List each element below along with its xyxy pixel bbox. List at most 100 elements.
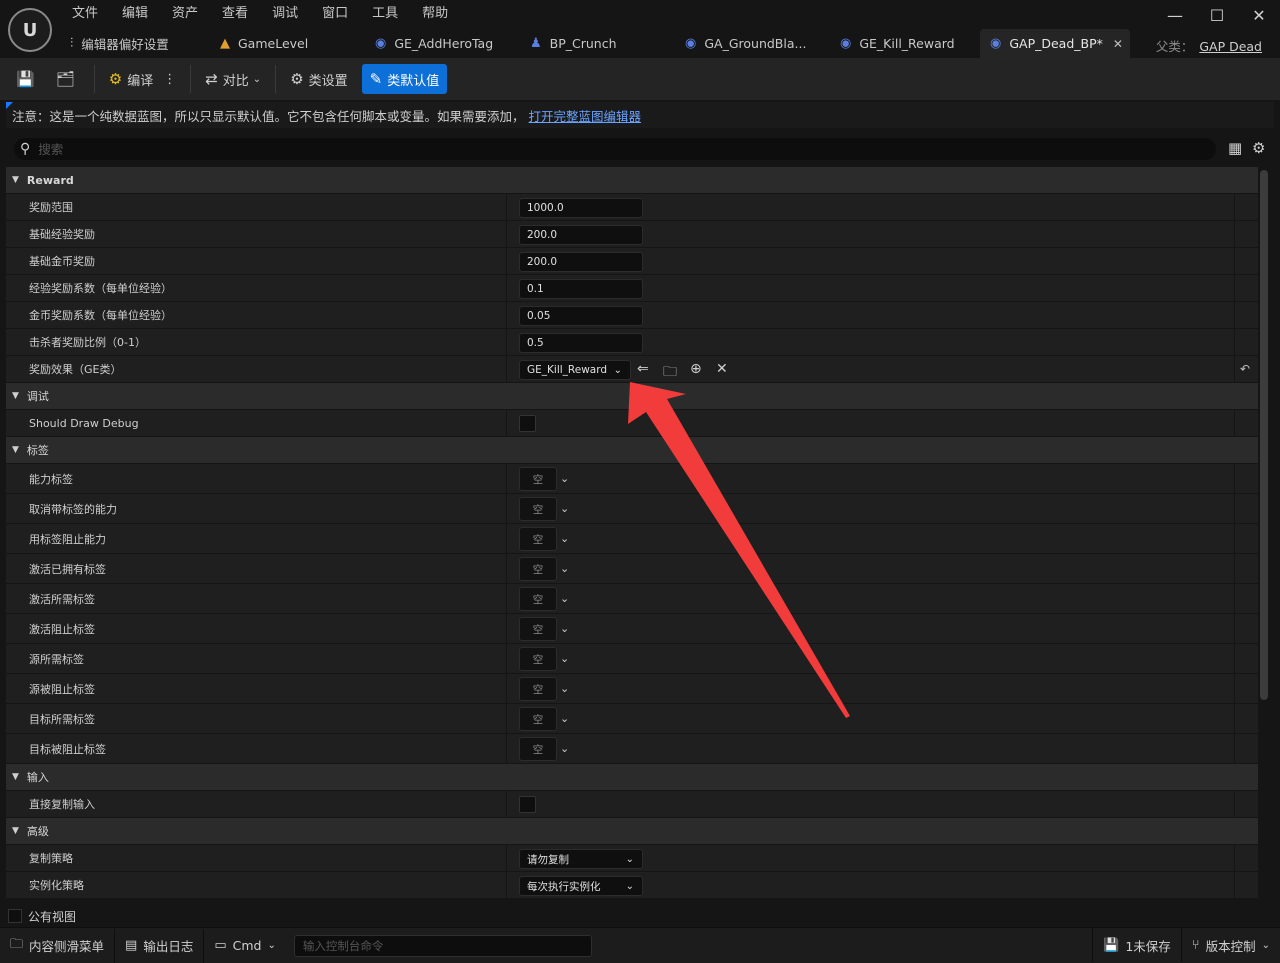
parent-class-link[interactable]: GAP Dead <box>1199 39 1262 54</box>
category-advanced[interactable]: ▼ 高级 <box>6 818 1258 844</box>
details-scrollbar[interactable] <box>1260 170 1268 700</box>
chevron-down-icon[interactable]: ⌄ <box>560 532 569 545</box>
tag-row: 目标所需标签 空 ⌄ <box>6 703 1258 733</box>
tag-container-picker[interactable]: 空 <box>519 557 557 581</box>
killer-reward-ratio-input[interactable]: 0.5 <box>519 333 643 353</box>
tab-ge-kill-reward[interactable]: ◉ GE_Kill_Reward <box>830 29 980 58</box>
category-debug[interactable]: ▼ 调试 <box>6 383 1258 409</box>
field-value: 空 <box>532 623 544 636</box>
close-tab-icon[interactable]: ✕ <box>1113 37 1123 51</box>
unreal-logo[interactable]: U <box>8 8 52 52</box>
source-control-button[interactable]: ⑂ 版本控制 ⌄ <box>1180 928 1280 962</box>
column-divider <box>1234 302 1235 328</box>
create-new-asset-icon[interactable]: ⊕ <box>690 361 702 377</box>
chevron-down-icon[interactable]: ⌄ <box>560 622 569 635</box>
content-drawer-button[interactable]: 🗀 内容侧滑菜单 <box>0 928 116 963</box>
use-selected-asset-icon[interactable]: ⇐ <box>637 361 649 377</box>
property-label: 复制策略 <box>29 852 73 865</box>
open-full-blueprint-editor-link[interactable]: 打开完整蓝图编辑器 <box>529 106 642 125</box>
close-window-button[interactable]: ✕ <box>1238 0 1280 30</box>
tab-editor-preferences[interactable]: ⫶ 编辑器偏好设置 <box>60 29 210 58</box>
diff-button[interactable]: ⇄ 对比 ⌄ <box>197 64 269 94</box>
class-defaults-button[interactable]: ✎ 类默认值 <box>361 64 448 94</box>
chevron-down-icon[interactable]: ⌄ <box>560 562 569 575</box>
console-command-input[interactable]: 输入控制台命令 <box>293 934 592 957</box>
unsaved-button[interactable]: 💾 1未保存 <box>1092 928 1181 962</box>
tag-container-picker[interactable]: 空 <box>519 647 557 671</box>
field-value: 每次执行实例化 <box>527 880 601 893</box>
chevron-down-icon[interactable]: ⌄ <box>560 742 569 755</box>
tag-container-picker[interactable]: 空 <box>519 707 557 731</box>
cmd-label: Cmd <box>232 938 262 953</box>
tab-gamelevel[interactable]: ▲ GameLevel <box>210 29 365 58</box>
tag-container-picker[interactable]: 空 <box>519 737 557 761</box>
gold-reward-coefficient-input[interactable]: 0.05 <box>519 306 643 326</box>
edit-defaults-icon: ✎ <box>369 70 383 88</box>
search-input[interactable] <box>38 141 1139 157</box>
category-input[interactable]: ▼ 输入 <box>6 764 1258 790</box>
chevron-down-icon[interactable]: ⌄ <box>560 652 569 665</box>
column-divider <box>1234 275 1235 301</box>
cmd-button[interactable]: ▭ Cmd ⌄ <box>204 929 286 963</box>
public-view-toggle[interactable]: 公有视图 <box>6 907 1258 925</box>
chevron-down-icon[interactable]: ⌄ <box>560 712 569 725</box>
menu-view[interactable]: 查看 <box>210 5 260 23</box>
output-log-button[interactable]: ▤ 输出日志 <box>115 928 205 963</box>
property-label: 直接复制输入 <box>29 798 95 811</box>
menu-file[interactable]: 文件 <box>60 5 110 23</box>
toolbar-divider <box>190 65 192 93</box>
reset-to-default-icon[interactable]: ↶ <box>1240 362 1250 376</box>
tab-ga-groundblast[interactable]: ◉ GA_GroundBla... <box>675 29 830 58</box>
tag-container-picker[interactable]: 空 <box>519 617 557 641</box>
should-draw-debug-checkbox[interactable] <box>519 415 536 432</box>
minimize-button[interactable]: — <box>1154 0 1196 30</box>
chevron-down-icon[interactable]: ⌄ <box>560 502 569 515</box>
browse-to-asset-icon[interactable]: 🗀 <box>663 361 677 385</box>
save-button[interactable]: 💾 <box>8 64 48 94</box>
menu-debug[interactable]: 调试 <box>260 5 310 23</box>
compile-button[interactable]: ⚙ 编译 ⋮ <box>101 64 184 94</box>
chevron-down-icon[interactable]: ⌄ <box>560 682 569 695</box>
field-value: 空 <box>532 653 544 666</box>
public-view-checkbox[interactable] <box>8 909 22 923</box>
chevron-down-icon[interactable]: ⌄ <box>560 472 569 485</box>
reward-range-input[interactable]: 1000.0 <box>519 198 643 218</box>
category-reward[interactable]: ▼ Reward <box>6 167 1258 193</box>
category-tags[interactable]: ▼ 标签 <box>6 437 1258 463</box>
tag-row: 源所需标签 空 ⌄ <box>6 643 1258 673</box>
replicate-input-directly-checkbox[interactable] <box>519 796 536 813</box>
tag-container-picker[interactable]: 空 <box>519 677 557 701</box>
replication-policy-dropdown[interactable]: 请勿复制 ⌄ <box>519 849 643 869</box>
field-value: 0.5 <box>527 337 544 349</box>
tag-container-picker[interactable]: 空 <box>519 587 557 611</box>
tag-container-picker[interactable]: 空 <box>519 527 557 551</box>
instancing-policy-dropdown[interactable]: 每次执行实例化 ⌄ <box>519 876 643 896</box>
maximize-button[interactable]: ☐ <box>1196 0 1238 30</box>
menu-asset[interactable]: 资产 <box>160 5 210 23</box>
menu-tools[interactable]: 工具 <box>360 5 410 23</box>
menu-help[interactable]: 帮助 <box>410 5 460 23</box>
menu-edit[interactable]: 编辑 <box>110 5 160 23</box>
tab-bp-crunch[interactable]: ♟ BP_Crunch <box>520 29 675 58</box>
base-gold-reward-input[interactable]: 200.0 <box>519 252 643 272</box>
clear-asset-icon[interactable]: ✕ <box>716 361 728 377</box>
tag-container-picker[interactable]: 空 <box>519 497 557 521</box>
class-settings-button[interactable]: ⚙ 类设置 <box>282 64 355 94</box>
chevron-down-icon: ⌄ <box>625 853 634 865</box>
menu-window[interactable]: 窗口 <box>310 5 360 23</box>
property-row: 基础金币奖励 200.0 <box>6 247 1258 274</box>
collapse-arrow-icon: ▼ <box>12 175 19 185</box>
settings-gear-icon[interactable]: ⚙ <box>1252 139 1265 157</box>
reward-effect-class-picker[interactable]: GE_Kill_Reward ⌄ <box>519 360 631 380</box>
tab-ge-addherotag[interactable]: ◉ GE_AddHeroTag <box>365 29 520 58</box>
compile-options-icon[interactable]: ⋮ <box>163 72 176 87</box>
tab-gap-dead-bp[interactable]: ◉ GAP_Dead_BP* ✕ <box>980 29 1130 58</box>
base-xp-reward-input[interactable]: 200.0 <box>519 225 643 245</box>
search-box[interactable]: ⚲ <box>14 138 1216 160</box>
chevron-down-icon[interactable]: ⌄ <box>560 592 569 605</box>
table-view-icon[interactable]: ▦ <box>1228 139 1242 157</box>
xp-reward-coefficient-input[interactable]: 0.1 <box>519 279 643 299</box>
tag-row: 激活所需标签 空 ⌄ <box>6 583 1258 613</box>
tag-container-picker[interactable]: 空 <box>519 467 557 491</box>
browse-button[interactable]: 🗂 <box>48 64 88 94</box>
